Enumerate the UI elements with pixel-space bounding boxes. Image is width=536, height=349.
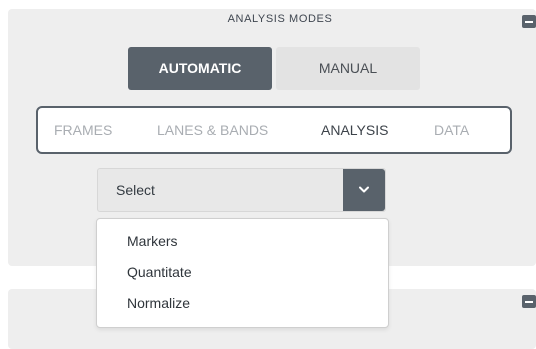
chevron-down-icon: [359, 186, 369, 193]
tab-frames[interactable]: FRAMES: [54, 108, 112, 152]
panel-title: ANALYSIS MODES: [227, 13, 333, 25]
analysis-select[interactable]: Select: [97, 168, 386, 212]
automatic-mode-button[interactable]: AUTOMATIC: [128, 47, 272, 90]
analysis-tab-bar: FRAMES LANES & BANDS ANALYSIS DATA: [36, 106, 512, 154]
option-markers[interactable]: Markers: [127, 233, 178, 249]
collapse-minus-icon[interactable]: [522, 295, 536, 308]
tab-analysis[interactable]: ANALYSIS: [321, 108, 388, 152]
select-toggle-button[interactable]: [343, 169, 385, 211]
option-normalize[interactable]: Normalize: [127, 295, 190, 311]
select-value: Select: [116, 182, 155, 198]
collapse-minus-icon[interactable]: [522, 15, 536, 28]
select-dropdown-menu: Markers Quantitate Normalize: [96, 218, 389, 328]
manual-mode-button[interactable]: MANUAL: [276, 47, 420, 90]
tab-data[interactable]: DATA: [434, 108, 469, 152]
option-quantitate[interactable]: Quantitate: [127, 264, 192, 280]
tab-lanes-bands[interactable]: LANES & BANDS: [157, 108, 268, 152]
